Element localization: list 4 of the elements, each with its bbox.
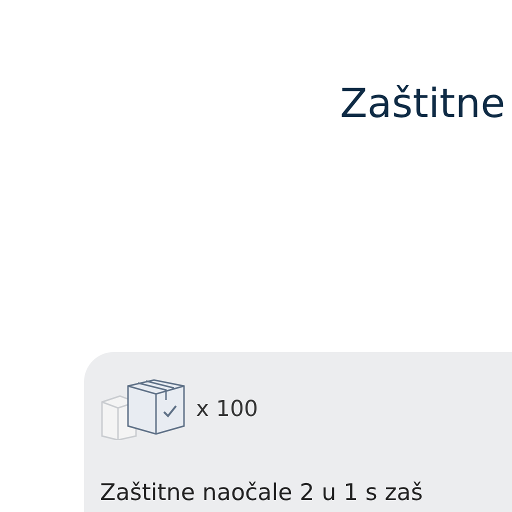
quantity-label: x 100	[196, 396, 258, 422]
boxes-icon	[100, 378, 188, 440]
page-title: Zaštitne	[340, 80, 506, 129]
product-name: Zaštitne naočale 2 u 1 s zaš	[100, 479, 424, 508]
